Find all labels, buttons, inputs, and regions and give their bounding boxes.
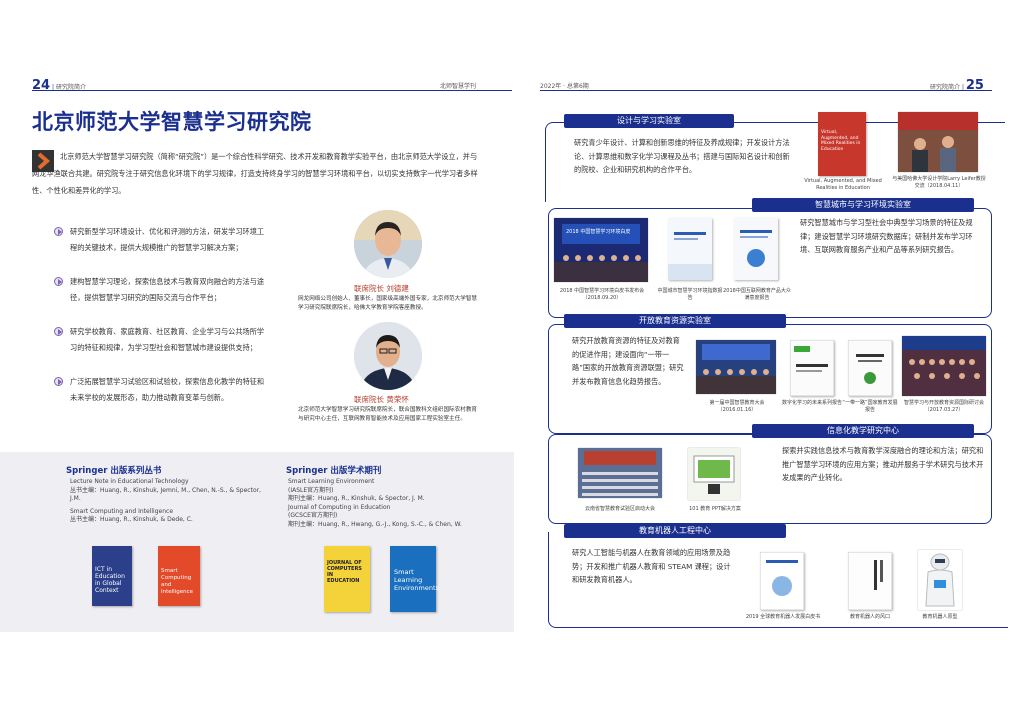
caption: 2018中国互联网教育产品大众满意度报告 <box>723 288 791 301</box>
springer-series-title: Springer 出版系列丛书 <box>66 466 162 476</box>
photo-harvard-visit <box>898 112 978 172</box>
section-text: 研究开放教育资源的特征及对教育的促进作用；建设面向“一带一路”国家的开放教育资源… <box>572 336 684 386</box>
portrait-huang-ronghuai <box>354 322 422 390</box>
report-cover-robot-whitepaper <box>759 551 805 611</box>
section-text: 探索并实践信息技术与教育教学深度融合的理论和方法；研究和推广智慧学习环境的应用方… <box>782 446 984 482</box>
book-cover-ict: ICT in Education in Global Context <box>92 546 132 606</box>
photo-ppt-solution <box>688 448 740 500</box>
caption: 第一届中国智慧教育大会（2016.01.16） <box>709 400 765 413</box>
section-text: 研究人工智能与机器人在教育领域的应用场景及趋势；开发和推广机器人教育和 STEA… <box>572 548 731 584</box>
right-header-left: 2022年 · 总第6期 <box>540 83 589 90</box>
photo-oer-symposium <box>902 336 986 396</box>
book-cover-vr: Virtual, Augmented, and Mixed Realities … <box>818 112 866 176</box>
report-cover-digital-learning <box>789 339 835 397</box>
caption: 数字化学习的未来系列报告 <box>782 400 843 406</box>
caption: 教育机器人原型 <box>922 614 958 620</box>
page-title: 北京师范大学智慧学习研究院 <box>32 110 312 134</box>
intro-paragraph: 北京师范大学智慧学习研究院（简称“研究院”）是一个综合性科学研究、技术开发和教育… <box>32 152 478 195</box>
caption: 与美国哈佛大学设计学院Larry Leifer教授交流（2018.04.11） <box>892 176 986 189</box>
report-cover-robot-opportunity <box>847 551 893 611</box>
springer-journals-title: Springer 出版学术期刊 <box>286 466 382 476</box>
play-bullet-icon <box>54 377 63 386</box>
book-cover-jce: JOURNAL OF COMPUTERS IN EDUCATION <box>324 546 370 612</box>
journal-editors: 期刊主编：Huang, R., Hwang, G.-J., Kong, S.-C… <box>288 520 462 528</box>
journal-note: (GCSCE官方期刊) <box>288 512 338 519</box>
springer-series-list: Lecture Note in Educational Technology 丛… <box>70 478 270 525</box>
journal-editors: 期刊主编：Huang, R., Kinshuk, & Spector, J. M… <box>288 495 425 502</box>
caption: Virtual, Augmented, and Mixed Realities … <box>804 178 882 191</box>
section-title-smart-city-lab: 智慧城市与学习环境实验室 <box>752 198 974 212</box>
person1-name: 联席院长 刘德建 <box>354 284 409 293</box>
section-title-oer-lab: 开放教育资源实验室 <box>564 314 786 328</box>
bullet-item: 研究学校教育、家庭教育、社区教育、企业学习与公共场所学习的特征和规律，为学习型社… <box>54 324 266 356</box>
banner-text: 2018 中国智慧学习环境白皮 <box>566 229 631 235</box>
play-bullet-icon <box>54 277 63 286</box>
person2-description: 北京师范大学智慧学习研究院联席院长，联合国教科文组织国际农村教育与研究中心主任，… <box>298 407 478 422</box>
photo-smart-education-conference <box>696 340 776 394</box>
caption: 智慧学习与开放教育资源国际研讨会（2017.03.27） <box>903 400 984 413</box>
person2-name: 联席院长 黄荣怀 <box>354 395 409 404</box>
bullet-item: 研究新型学习环境设计、优化和评测的方法，研发学习环境工程的关键技术，提供大规模推… <box>54 224 266 256</box>
photo-robot-prototype <box>918 550 962 610</box>
caption: 101 教育 PPT解决方案 <box>689 506 741 512</box>
series-item: Lecture Note in Educational Technology <box>70 478 189 485</box>
series-editors: 丛书主编：Huang, R., Kinshuk, & Dede, C. <box>70 516 193 523</box>
section-text: 研究青少年设计、计算和创新思维的特征及养成规律；开发设计方法论、计算思维和数字化… <box>574 138 790 174</box>
report-cover-city-index <box>668 218 712 280</box>
bullet-item: 建构智慧学习理论，探索信息技术与教育双向融合的方法与途径，提供智慧学习研究的国际… <box>54 274 266 306</box>
section-title-design-lab: 设计与学习实验室 <box>564 114 734 128</box>
section-title-robot-center: 教育机器人工程中心 <box>564 524 786 538</box>
caption: 2019 全球教育机器人发展白皮书 <box>745 614 821 620</box>
right-header-rule <box>540 90 992 91</box>
portrait-liu-dejian <box>354 210 422 278</box>
journal-item: Smart Learning Environment <box>288 478 375 485</box>
photo-yunnan-launch <box>578 448 662 498</box>
left-header-rule <box>32 90 512 91</box>
series-item: Smart Computing and Intelligence <box>70 507 174 515</box>
caption: 教育机器人的风口 <box>849 614 890 620</box>
caption: 云南省智慧教育试验区启动大会 <box>584 506 655 512</box>
play-bullet-icon <box>54 327 63 336</box>
photo-whitepaper-launch: 2018 中国智慧学习环境白皮 <box>554 218 648 282</box>
bullet-item: 广泛拓展智慧学习试验区和试验校，探索信息化教学的特征和未来学校的发展形态，助力推… <box>54 374 266 406</box>
series-editors: 丛书主编：Huang, R., Kinshuk, Jemni, M., Chen… <box>70 486 261 503</box>
caption: 中国城市智慧学习环境指数报告 <box>657 288 723 301</box>
journal-item: Journal of Computing in Education <box>288 503 391 511</box>
report-cover-internet-education <box>734 218 778 280</box>
caption: “一带一路”国家教育发展报告 <box>842 400 898 413</box>
journal-note: (IASLE官方期刊) <box>288 486 334 494</box>
report-cover-belt-road <box>847 339 893 397</box>
section-title-teaching-center: 信息化教学研究中心 <box>752 424 974 438</box>
book-cover-smart-computing: Smart Computing and Intelligence <box>158 546 200 606</box>
left-header-right: 北师智慧学刊 <box>440 83 477 90</box>
book-cover-sle: Smart Learning Environments <box>390 546 439 612</box>
play-bullet-icon <box>54 227 63 236</box>
section-text: 研究智慧城市与学习型社会中典型学习场景的特征及规律；建设智慧学习环境研究数据库；… <box>800 218 973 254</box>
person1-description: 网龙网络公司创始人、董事长，国家级高端外国专家，北京师范大学智慧学习研究院联席院… <box>298 296 478 311</box>
springer-journals-list: Smart Learning Environment (IASLE官方期刊) 期… <box>288 478 500 529</box>
caption: 2018 中国智慧学习环境白皮书发布会（2018.09.20） <box>559 288 645 301</box>
